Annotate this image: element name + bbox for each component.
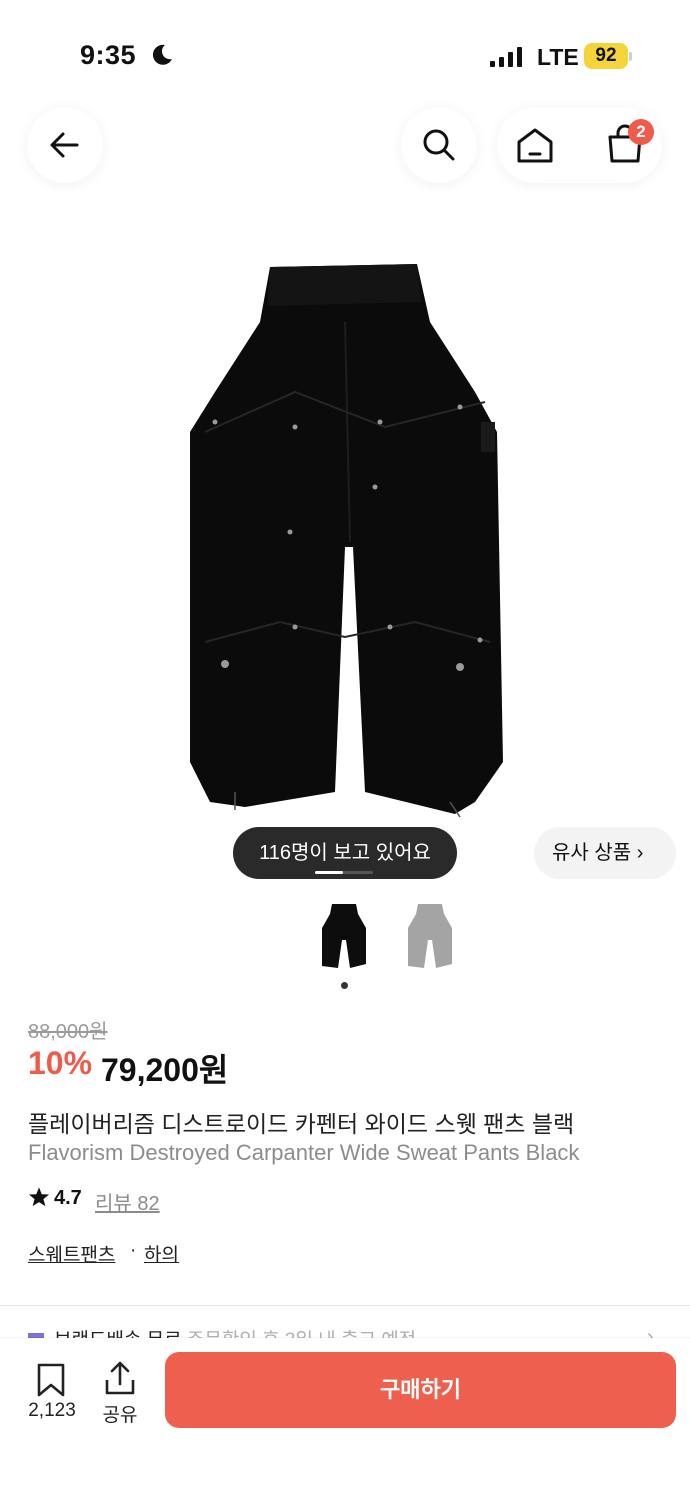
product-image[interactable]: [185, 262, 505, 822]
sale-price: 79,200원: [101, 1052, 229, 1088]
back-button[interactable]: [27, 107, 103, 183]
thumbnail-selected-dot: [341, 982, 348, 989]
color-thumbnail-gray[interactable]: [404, 900, 456, 972]
back-arrow-icon: [50, 132, 79, 158]
section-divider: [0, 1305, 690, 1306]
discount-rate: 10%: [28, 1045, 93, 1081]
original-price: 88,000원: [28, 1021, 108, 1043]
signal-icon: [490, 47, 522, 67]
share-label: 공유: [102, 1405, 138, 1426]
battery-indicator: 92: [584, 43, 628, 69]
battery-tip: [629, 52, 632, 61]
search-icon: [423, 129, 455, 161]
share-icon[interactable]: [103, 1360, 137, 1396]
home-icon[interactable]: [512, 124, 558, 166]
moon-icon: [152, 44, 172, 65]
category-link-bottoms[interactable]: 하의: [144, 1240, 179, 1267]
search-button[interactable]: [401, 107, 477, 183]
color-thumbnail-black[interactable]: [318, 900, 370, 972]
review-link[interactable]: 리뷰 82: [95, 1187, 160, 1216]
category-separator: ·: [130, 1240, 137, 1261]
rating-value: 4.7: [54, 1187, 82, 1209]
category-link-sweatpants[interactable]: 스웨트팬츠: [28, 1240, 115, 1267]
product-title-ko: 플레이버리즘 디스트로이드 카펜터 와이드 스웻 팬츠 블랙: [28, 1111, 575, 1137]
image-indicator-fill: [315, 871, 343, 874]
status-time: 9:35: [80, 40, 137, 70]
bookmark-icon[interactable]: [35, 1362, 67, 1398]
cart-badge: 2: [628, 119, 654, 145]
network-type: LTE: [537, 44, 579, 70]
star-icon: [28, 1187, 50, 1207]
buy-button[interactable]: 구매하기: [165, 1352, 676, 1428]
bookmark-count: 2,123: [28, 1400, 76, 1421]
similar-products-button[interactable]: 유사 상품 ›: [534, 827, 676, 879]
product-title-en: Flavorism Destroyed Carpanter Wide Sweat…: [28, 1140, 580, 1165]
